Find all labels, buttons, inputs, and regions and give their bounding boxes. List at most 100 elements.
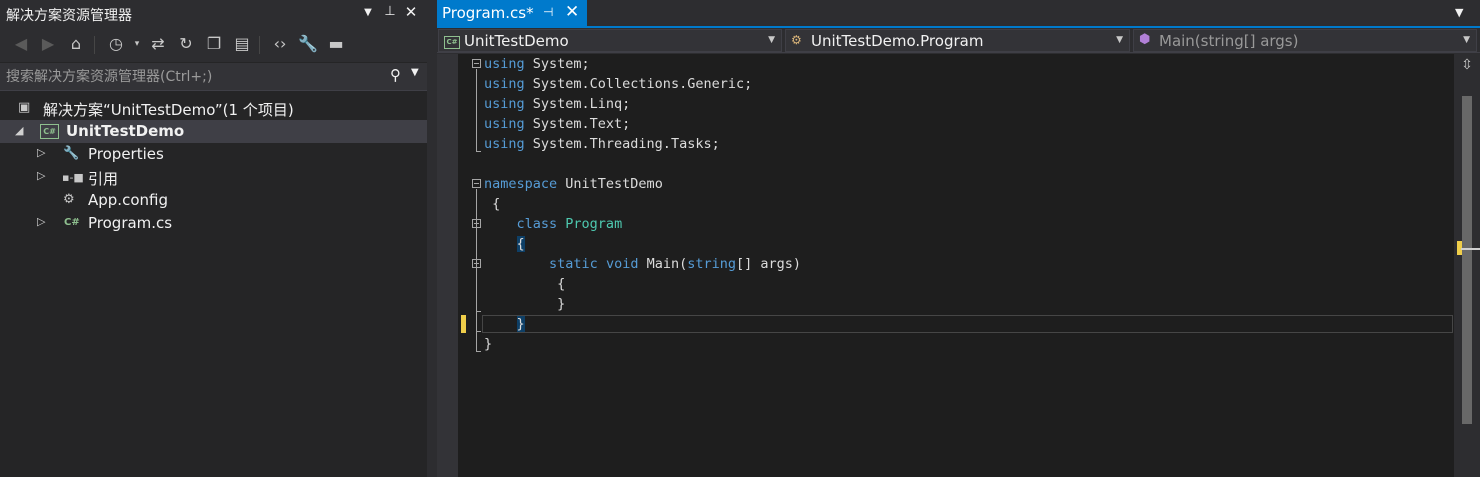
close-icon[interactable]: ✕: [402, 3, 420, 21]
code-line-current: }: [484, 314, 525, 334]
member-dropdown[interactable]: ⬢ Main(string[] args) ▼: [1133, 29, 1477, 52]
back-icon[interactable]: ◀: [10, 33, 32, 55]
tab-label: Program.cs*: [442, 4, 534, 22]
expand-arrow-icon[interactable]: ▷: [37, 215, 45, 228]
document-tab-strip: Program.cs* ⊣ ✕ ▼: [437, 0, 1480, 28]
expand-arrow-icon[interactable]: ▷: [37, 146, 45, 159]
panel-splitter[interactable]: [427, 0, 437, 477]
dropdown-icon[interactable]: ▼: [359, 7, 377, 18]
collapse-outline-icon[interactable]: [472, 219, 481, 228]
properties-icon[interactable]: 🔧: [297, 33, 319, 55]
solution-explorer-title-bar: 解决方案资源管理器 ▼ ⊥ ✕: [0, 0, 427, 28]
collapse-outline-icon[interactable]: [472, 59, 481, 68]
references-icon: ▪-■: [62, 171, 84, 184]
outline-end: [476, 311, 481, 312]
solution-explorer-title: 解决方案资源管理器: [6, 8, 132, 24]
code-line: {: [484, 196, 501, 212]
close-tab-icon[interactable]: ✕: [565, 2, 579, 22]
csharp-project-icon: C#: [40, 123, 59, 139]
solution-icon: ▣: [18, 100, 31, 115]
expand-arrow-icon[interactable]: ▷: [37, 169, 45, 182]
home-icon[interactable]: ⌂: [65, 33, 87, 55]
refresh-icon[interactable]: ↻: [175, 33, 197, 55]
history-dropdown-icon[interactable]: ▾: [126, 33, 148, 55]
preview-icon[interactable]: ▬: [325, 33, 347, 55]
navigation-bar: C# UnitTestDemo ▼ ⚙ UnitTestDemo.Program…: [437, 28, 1480, 53]
tree-item-app-config[interactable]: ⚙ App.config: [0, 189, 427, 212]
tab-program-cs[interactable]: Program.cs* ⊣ ✕: [437, 0, 587, 26]
collapse-arrow-icon[interactable]: ◢: [15, 124, 23, 137]
code-line: }: [484, 336, 493, 352]
solution-explorer-search: ⚲ ▼: [0, 63, 427, 91]
pin-icon[interactable]: ⊥: [381, 4, 399, 19]
solution-explorer-toolbar: ◀ ▶ ⌂ ◷ ▾ ⇄ ↻ ❐ ▤ ‹› 🔧 ▬: [0, 28, 427, 62]
chevron-down-icon: ▼: [768, 35, 775, 45]
tabs-dropdown-icon[interactable]: ▼: [1455, 6, 1463, 19]
vertical-scrollbar[interactable]: ⇳: [1454, 54, 1480, 477]
outline-end: [476, 151, 481, 152]
chevron-down-icon: ▼: [1116, 35, 1123, 45]
project-label: UnitTestDemo: [66, 122, 185, 140]
code-line: class Program: [516, 216, 623, 232]
code-line: }: [484, 296, 566, 312]
code-line: using System.Text;: [484, 116, 631, 132]
tree-item-references[interactable]: ▷ ▪-■ 引用: [0, 166, 427, 189]
class-icon: ⚙: [791, 33, 802, 47]
outline-line: [476, 189, 477, 351]
member-dropdown-value: Main(string[] args): [1159, 32, 1299, 50]
sync-icon[interactable]: ⇄: [147, 33, 169, 55]
tree-item-label: App.config: [88, 191, 168, 209]
solution-explorer-panel: 解决方案资源管理器 ▼ ⊥ ✕ ◀ ▶ ⌂ ◷ ▾ ⇄ ↻ ❐ ▤ ‹› 🔧 ▬…: [0, 0, 427, 477]
project-dropdown[interactable]: C# UnitTestDemo ▼: [438, 29, 782, 52]
tree-item-label: 引用: [88, 170, 119, 188]
history-icon[interactable]: ◷: [105, 33, 127, 55]
tree-item-label: Properties: [88, 145, 164, 163]
type-dropdown[interactable]: ⚙ UnitTestDemo.Program ▼: [785, 29, 1130, 52]
code-line: namespace UnitTestDemo: [484, 176, 663, 192]
split-window-icon[interactable]: ⇳: [1460, 56, 1474, 74]
toolbar-separator: [94, 36, 95, 54]
code-line: using System.Collections.Generic;: [484, 76, 753, 92]
view-code-icon[interactable]: ‹›: [269, 33, 291, 55]
csharp-project-icon: C#: [444, 34, 460, 49]
search-options-dropdown-icon[interactable]: ▼: [411, 67, 419, 78]
toolbar-separator: [259, 36, 260, 54]
current-line-highlight: [482, 315, 1453, 333]
pin-tab-icon[interactable]: ⊣: [543, 5, 553, 19]
project-dropdown-value: UnitTestDemo: [464, 32, 569, 50]
matching-brace: {: [516, 236, 525, 252]
outline-end: [476, 351, 481, 352]
code-editor[interactable]: using System; using System.Collections.G…: [437, 54, 1480, 477]
scrollbar-caret-marker: [1461, 248, 1480, 250]
tree-item-properties[interactable]: ▷ 🔧 Properties: [0, 143, 427, 166]
code-line: static void Main(string[] args): [549, 256, 802, 272]
search-input[interactable]: [0, 63, 380, 90]
chevron-down-icon: ▼: [1463, 35, 1470, 45]
tree-item-label: Program.cs: [88, 214, 173, 232]
unsaved-change-marker: [461, 315, 466, 333]
outline-end: [476, 331, 481, 332]
config-icon: ⚙: [63, 192, 75, 207]
code-line: using System.Threading.Tasks;: [484, 136, 720, 152]
matching-brace: }: [516, 316, 525, 332]
tree-item-program-cs[interactable]: ▷ C# Program.cs: [0, 212, 427, 235]
collapse-all-icon[interactable]: ❐: [203, 33, 225, 55]
glyph-margin[interactable]: [437, 54, 458, 477]
tree-solution-node[interactable]: ▣ 解决方案“UnitTestDemo”(1 个项目): [0, 97, 427, 120]
code-line: using System.Linq;: [484, 96, 631, 112]
code-line: using System;: [484, 56, 590, 72]
type-dropdown-value: UnitTestDemo.Program: [811, 32, 984, 50]
csharp-file-icon: C#: [64, 217, 80, 228]
show-all-files-icon[interactable]: ▤: [231, 33, 253, 55]
wrench-icon: 🔧: [63, 146, 80, 161]
solution-label: 解决方案“UnitTestDemo”(1 个项目): [43, 101, 294, 119]
outline-line: [476, 69, 477, 151]
scrollbar-thumb[interactable]: [1462, 96, 1472, 424]
collapse-outline-icon[interactable]: [472, 179, 481, 188]
forward-icon[interactable]: ▶: [37, 33, 59, 55]
tree-project-node[interactable]: ◢ C# UnitTestDemo: [0, 120, 427, 143]
search-icon[interactable]: ⚲: [390, 66, 401, 84]
collapse-outline-icon[interactable]: [472, 259, 481, 268]
method-icon: ⬢: [1139, 32, 1151, 47]
code-line: {: [484, 276, 566, 292]
